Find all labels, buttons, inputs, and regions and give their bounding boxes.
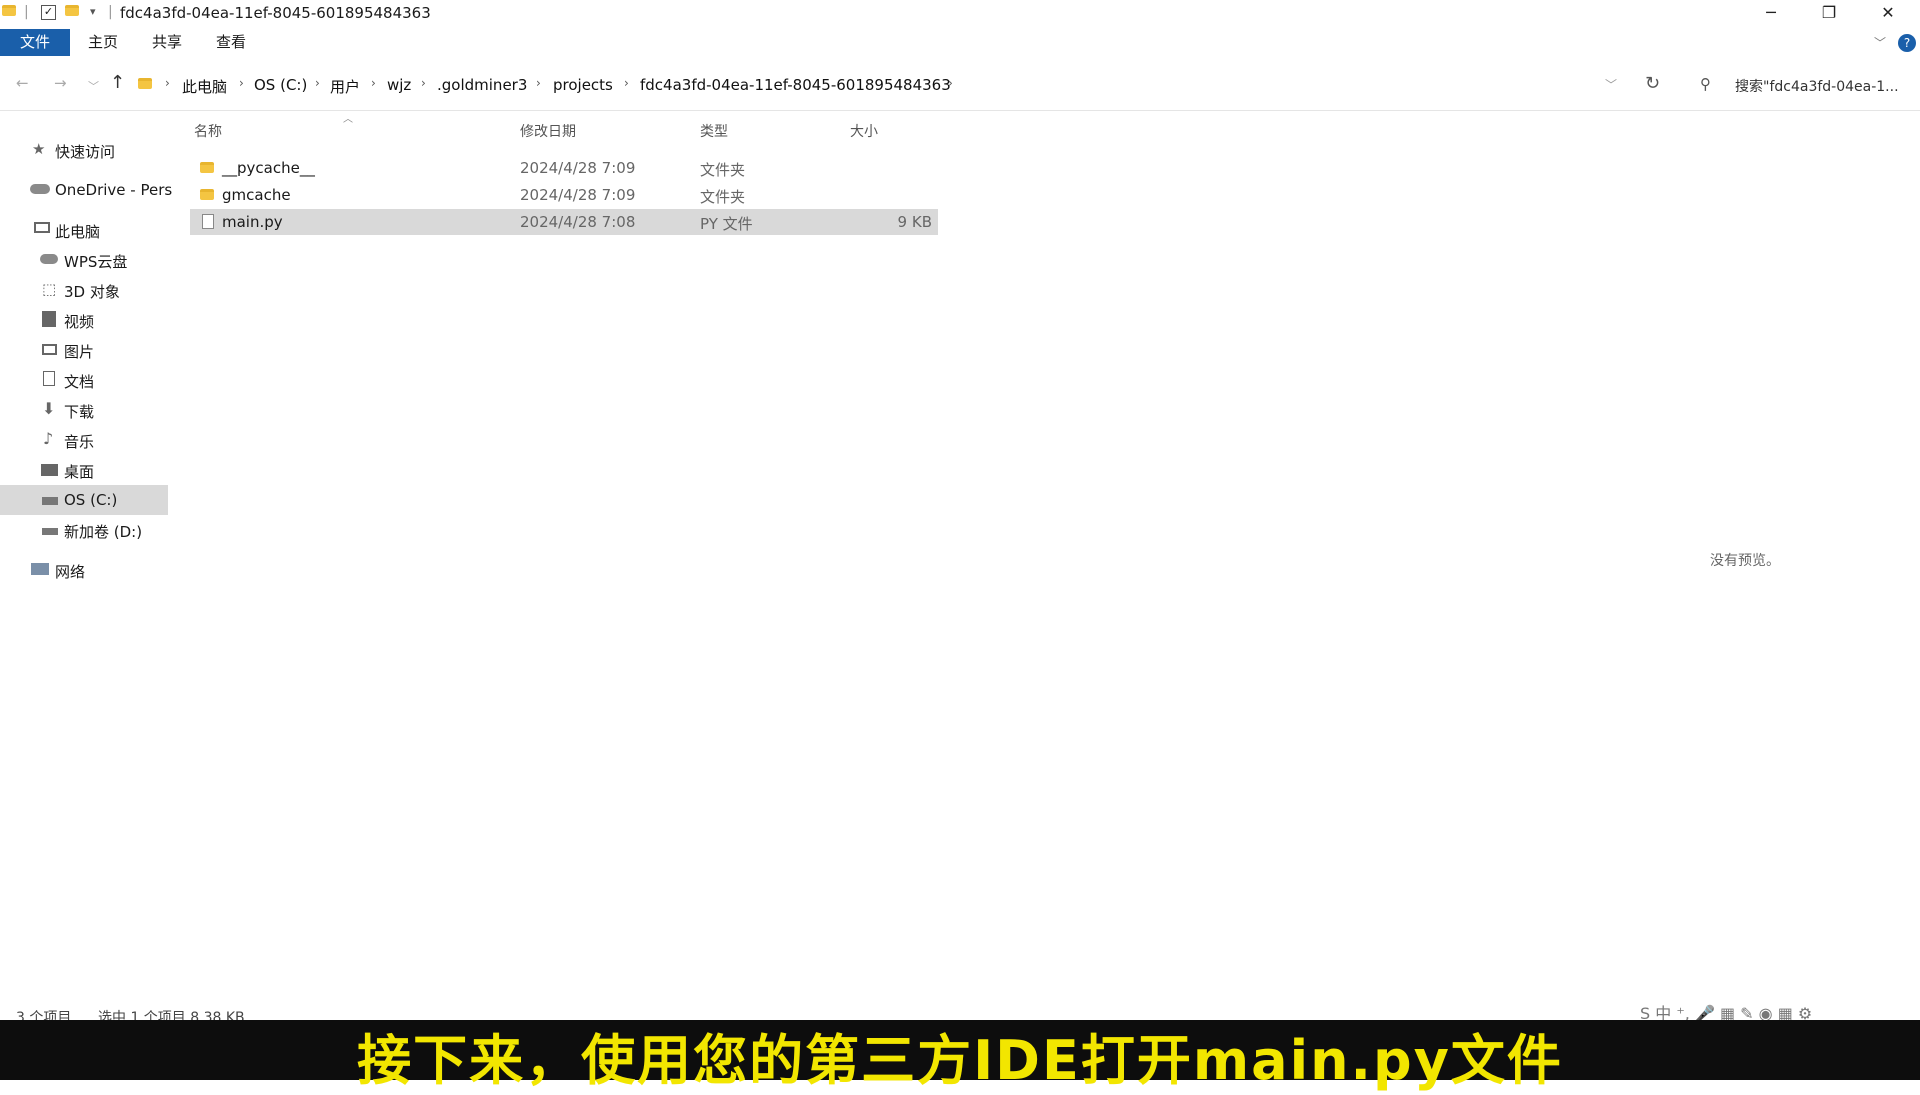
breadcrumb-separator-icon[interactable]: ›	[624, 76, 629, 90]
column-header-date[interactable]: 修改日期	[520, 121, 576, 141]
customize-toolbar-chevron-icon[interactable]: ▾	[90, 5, 96, 18]
refresh-icon[interactable]: ↻	[1645, 73, 1660, 94]
drive-icon	[42, 528, 58, 535]
sidebar-item-music[interactable]: ♪ 音乐	[0, 425, 168, 455]
breadcrumb-separator-icon[interactable]: ›	[165, 76, 170, 90]
folder-icon	[200, 189, 214, 200]
music-icon: ♪	[43, 429, 54, 448]
folder-icon	[138, 78, 152, 89]
divider: |	[108, 4, 113, 20]
tab-view[interactable]: 查看	[200, 29, 262, 56]
file-icon	[202, 214, 214, 229]
sidebar-item-wps-cloud[interactable]: WPS云盘	[0, 245, 168, 275]
address-dropdown-chevron-icon[interactable]: ﹀	[1605, 76, 1617, 93]
restore-button[interactable]: ❐	[1801, 0, 1857, 28]
file-date: 2024/4/28 7:09	[520, 186, 636, 204]
sidebar-item-documents[interactable]: 文档	[0, 365, 168, 395]
breadcrumb-wjz[interactable]: wjz	[387, 76, 411, 94]
window-title: fdc4a3fd-04ea-11ef-8045-601895484363	[120, 4, 431, 22]
tab-home[interactable]: 主页	[72, 29, 134, 56]
divider: |	[24, 4, 29, 20]
drive-icon	[42, 497, 58, 505]
sidebar-item-this-pc[interactable]: 此电脑	[0, 215, 168, 245]
column-header-size[interactable]: 大小	[850, 121, 878, 141]
picture-icon	[42, 344, 57, 355]
file-name: main.py	[222, 213, 283, 231]
cloud-icon	[30, 184, 50, 194]
network-icon	[31, 563, 49, 575]
table-row[interactable]: main.py 2024/4/28 7:08 PY 文件 9 KB	[190, 209, 938, 235]
file-name: gmcache	[222, 186, 291, 204]
sidebar-item-downloads[interactable]: ⬇ 下载	[0, 395, 168, 425]
star-icon: ★	[32, 140, 46, 158]
help-icon[interactable]: ?	[1898, 34, 1916, 52]
video-icon	[42, 311, 56, 327]
breadcrumb-projects[interactable]: projects	[553, 76, 613, 94]
breadcrumb-separator-icon[interactable]: ›	[315, 76, 320, 90]
ribbon	[0, 28, 1920, 58]
sidebar-item-onedrive[interactable]: OneDrive - Pers	[0, 175, 172, 205]
sidebar-item-network[interactable]: 网络	[0, 555, 168, 585]
properties-check-icon[interactable]: ✓	[41, 5, 56, 20]
download-icon: ⬇	[42, 399, 56, 418]
column-header-type[interactable]: 类型	[700, 121, 728, 141]
file-date: 2024/4/28 7:08	[520, 213, 636, 231]
sidebar-item-desktop[interactable]: 桌面	[0, 455, 168, 485]
cloud-icon	[40, 254, 58, 264]
breadcrumb-separator-icon[interactable]: ›	[948, 76, 953, 90]
folder-icon	[2, 5, 16, 16]
column-header-name[interactable]: 名称	[194, 121, 222, 141]
sidebar-item-quick-access[interactable]: ★ 快速访问	[0, 135, 168, 165]
file-type: 文件夹	[700, 188, 746, 206]
breadcrumb-users[interactable]: 用户	[330, 76, 360, 97]
cube-icon: ⬚	[42, 280, 57, 298]
expand-ribbon-chevron-icon[interactable]: ﹀	[1874, 34, 1886, 51]
file-type: 文件夹	[700, 161, 746, 179]
forward-arrow-icon[interactable]: →	[54, 74, 67, 92]
sidebar-item-videos[interactable]: 视频	[0, 305, 168, 335]
minimize-button[interactable]: ─	[1743, 0, 1799, 28]
sidebar-item-drive-d[interactable]: 新加卷 (D:)	[0, 515, 168, 545]
recent-locations-chevron-icon[interactable]: ﹀	[88, 78, 99, 94]
table-row[interactable]: gmcache 2024/4/28 7:09 文件夹	[190, 182, 938, 208]
up-arrow-icon[interactable]: ↑	[110, 72, 125, 93]
breadcrumb-this-pc[interactable]: 此电脑	[182, 76, 227, 97]
video-subtitle: 接下来，使用您的第三方IDE打开main.py文件	[357, 1029, 1563, 1092]
document-icon	[43, 371, 55, 386]
breadcrumb-separator-icon[interactable]: ›	[371, 76, 376, 90]
breadcrumb-separator-icon[interactable]: ›	[421, 76, 426, 90]
tab-share[interactable]: 共享	[136, 29, 198, 56]
file-size: 9 KB	[897, 213, 932, 231]
breadcrumb-separator-icon[interactable]: ›	[536, 76, 541, 90]
breadcrumb-drive-c[interactable]: OS (C:)	[254, 76, 307, 94]
breadcrumb-goldminer3[interactable]: .goldminer3	[437, 76, 527, 94]
breadcrumb-separator-icon[interactable]: ›	[239, 76, 244, 90]
close-button[interactable]: ✕	[1860, 0, 1916, 28]
preview-pane-message: 没有预览。	[1710, 553, 1780, 569]
computer-icon	[34, 222, 50, 233]
folder-icon	[200, 162, 214, 173]
file-type: PY 文件	[700, 215, 753, 233]
desktop-icon	[41, 464, 58, 476]
sidebar-item-os-c[interactable]: OS (C:)	[0, 485, 168, 515]
tab-file[interactable]: 文件	[0, 29, 70, 56]
sidebar-item-pictures[interactable]: 图片	[0, 335, 168, 365]
table-row[interactable]: __pycache__ 2024/4/28 7:09 文件夹	[190, 155, 938, 181]
sort-caret-icon: ︿	[343, 114, 353, 125]
search-placeholder: 搜索"fdc4a3fd-04ea-1...	[1735, 79, 1899, 95]
new-folder-icon[interactable]	[65, 5, 79, 16]
file-name: __pycache__	[222, 159, 315, 177]
sidebar-item-3d-objects[interactable]: ⬚ 3D 对象	[0, 275, 168, 305]
search-icon: ⚲	[1700, 75, 1711, 93]
back-arrow-icon[interactable]: ←	[16, 74, 29, 92]
file-date: 2024/4/28 7:09	[520, 159, 636, 177]
breadcrumb-current-folder[interactable]: fdc4a3fd-04ea-11ef-8045-601895484363	[640, 76, 951, 94]
